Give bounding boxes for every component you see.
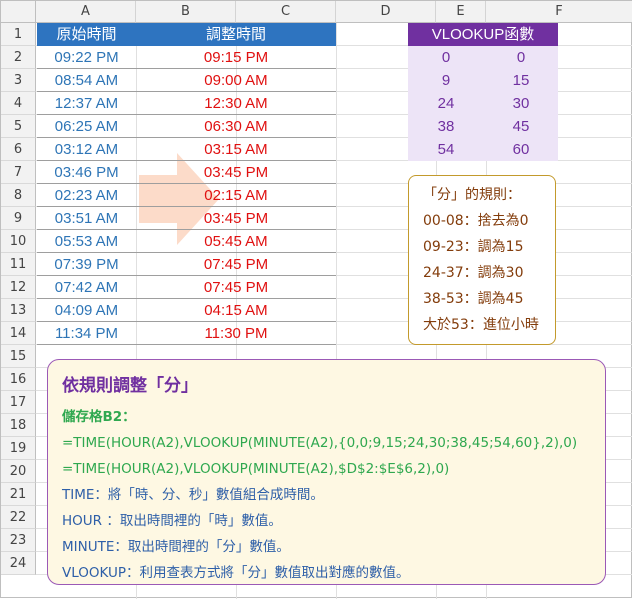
row-header[interactable]: 13 (1, 299, 36, 322)
row-header[interactable]: 9 (1, 207, 36, 230)
desc-hour: HOUR ：取出時間裡的「時」數值。 (62, 513, 282, 529)
vlookup-cell-d[interactable]: 24 (408, 92, 484, 115)
cell-adjusted-time[interactable]: 05:45 AM (136, 230, 336, 253)
vlookup-cell-e[interactable]: 15 (484, 69, 558, 92)
row-header[interactable]: 14 (1, 322, 36, 345)
spreadsheet: A B C D E F 1 2 3 4 5 6 7 8 9 10 11 12 1… (0, 0, 632, 599)
row-header[interactable]: 10 (1, 230, 36, 253)
vlookup-cell-d[interactable]: 9 (408, 69, 484, 92)
row-header[interactable]: 5 (1, 115, 36, 138)
cell-adjusted-time[interactable]: 04:15 AM (136, 299, 336, 322)
row-header[interactable]: 24 (1, 552, 36, 575)
desc-vlookup: VLOOKUP：利用查表方式將「分」數值取出對應的數值。 (62, 565, 410, 581)
row-header[interactable]: 1 (1, 23, 36, 46)
cell-original-time[interactable]: 07:42 AM (37, 276, 136, 299)
vlookup-cell-d[interactable]: 38 (408, 115, 484, 138)
cell-adjusted-time[interactable]: 09:00 AM (136, 69, 336, 92)
cell-original-time[interactable]: 11:34 PM (37, 322, 136, 345)
desc-minute: MINUTE：取出時間裡的「分」數值。 (62, 539, 290, 555)
column-header-f[interactable]: F (486, 1, 632, 23)
formula-array-constant: =TIME(HOUR(A2),VLOOKUP(MINUTE(A2),{0,0;9… (62, 435, 578, 451)
row-header[interactable]: 21 (1, 483, 36, 506)
cell-adjusted-time[interactable]: 03:45 PM (136, 161, 336, 184)
vlookup-cell-e[interactable]: 45 (484, 115, 558, 138)
cell-original-time[interactable]: 07:39 PM (37, 253, 136, 276)
rule-line: 24-37：調為30 (423, 265, 524, 281)
cell-original-time[interactable]: 05:53 AM (37, 230, 136, 253)
rules-title: 「分」的規則： (423, 187, 521, 203)
row-header[interactable]: 7 (1, 161, 36, 184)
row-header[interactable]: 11 (1, 253, 36, 276)
vlookup-header[interactable]: VLOOKUP函數 (408, 23, 558, 46)
cell-adjusted-time[interactable]: 06:30 AM (136, 115, 336, 138)
cell-b1-header[interactable]: 調整時間 (136, 23, 336, 46)
column-header-a[interactable]: A (36, 1, 136, 23)
cell-original-time[interactable]: 03:51 AM (37, 207, 136, 230)
row-header[interactable]: 2 (1, 46, 36, 69)
cell-adjusted-time[interactable]: 03:15 AM (136, 138, 336, 161)
cell-original-time[interactable]: 06:25 AM (37, 115, 136, 138)
column-header-e[interactable]: E (436, 1, 486, 23)
row-header[interactable]: 17 (1, 391, 36, 414)
vlookup-cell-d[interactable]: 0 (408, 46, 484, 69)
cell-adjusted-time[interactable]: 12:30 AM (136, 92, 336, 115)
row-header[interactable]: 18 (1, 414, 36, 437)
rule-line: 38-53：調為45 (423, 291, 524, 307)
cell-original-time[interactable]: 03:46 PM (37, 161, 136, 184)
vlookup-cell-e[interactable]: 30 (484, 92, 558, 115)
cell-adjusted-time[interactable]: 11:30 PM (136, 322, 336, 345)
cell-original-time[interactable]: 04:09 AM (37, 299, 136, 322)
cell-a1-header[interactable]: 原始時間 (37, 23, 136, 46)
row-header[interactable]: 20 (1, 460, 36, 483)
formula-range-reference: =TIME(HOUR(A2),VLOOKUP(MINUTE(A2),$D$2:$… (62, 461, 450, 477)
row-header[interactable]: 12 (1, 276, 36, 299)
cell-adjusted-time[interactable]: 03:45 PM (136, 207, 336, 230)
row-header[interactable]: 22 (1, 506, 36, 529)
column-header-c[interactable]: C (236, 1, 336, 23)
row-header[interactable]: 8 (1, 184, 36, 207)
row-header[interactable]: 23 (1, 529, 36, 552)
vlookup-cell-e[interactable]: 60 (484, 138, 558, 161)
column-header-b[interactable]: B (136, 1, 236, 23)
row-header[interactable]: 16 (1, 368, 36, 391)
cell-original-time[interactable]: 08:54 AM (37, 69, 136, 92)
rule-line: 09-23：調為15 (423, 239, 524, 255)
rule-line: 00-08：捨去為0 (423, 213, 529, 229)
vlookup-cell-d[interactable]: 54 (408, 138, 484, 161)
rule-line: 大於53：進位小時 (423, 317, 539, 333)
row-header[interactable]: 6 (1, 138, 36, 161)
cell-adjusted-time[interactable]: 09:15 PM (136, 46, 336, 69)
column-header-d[interactable]: D (336, 1, 436, 23)
cell-original-time[interactable]: 12:37 AM (37, 92, 136, 115)
cell-original-time[interactable]: 09:22 PM (37, 46, 136, 69)
cell-adjusted-time[interactable]: 02:15 AM (136, 184, 336, 207)
vlookup-cell-e[interactable]: 0 (484, 46, 558, 69)
select-all-corner[interactable] (1, 1, 36, 23)
cell-original-time[interactable]: 02:23 AM (37, 184, 136, 207)
explanation-title: 依規則調整「分」 (62, 376, 198, 396)
row-header[interactable]: 4 (1, 92, 36, 115)
cell-original-time[interactable]: 03:12 AM (37, 138, 136, 161)
desc-time: TIME：將「時、分、秒」數值組合成時間。 (62, 487, 324, 503)
row-header[interactable]: 3 (1, 69, 36, 92)
cell-adjusted-time[interactable]: 07:45 PM (136, 253, 336, 276)
row-header[interactable]: 19 (1, 437, 36, 460)
cell-label: 儲存格B2： (62, 409, 136, 425)
rules-textbox[interactable]: 「分」的規則： 00-08：捨去為0 09-23：調為15 24-37：調為30… (408, 175, 556, 345)
cell-adjusted-time[interactable]: 07:45 PM (136, 276, 336, 299)
explanation-textbox[interactable]: 依規則調整「分」 儲存格B2： =TIME(HOUR(A2),VLOOKUP(M… (47, 359, 606, 585)
row-header[interactable]: 15 (1, 345, 36, 368)
